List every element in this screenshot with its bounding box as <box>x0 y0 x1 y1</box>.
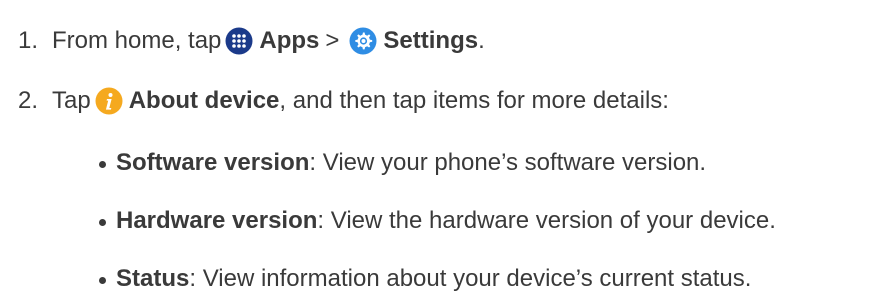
separator: > <box>325 27 340 54</box>
instructions-page: { "steps": [ { "number": "1.", "text_bef… <box>0 0 889 301</box>
settings-label: Settings <box>383 27 479 54</box>
bullet-icon <box>99 276 106 284</box>
about-device-label: About device <box>128 87 280 114</box>
bullet-label: Status <box>116 265 190 292</box>
bullet-text: : View your phone’s software version. <box>309 149 707 176</box>
bullet-text: : View the hardware version of your devi… <box>317 207 776 234</box>
step-2: 2. Tap About device , and then tap items… <box>18 86 669 116</box>
apps-label: Apps <box>259 27 320 54</box>
step-1: 1. From home, tap Apps > Settings . <box>18 26 485 56</box>
step-number: 2. <box>18 87 39 114</box>
info-icon <box>95 87 123 115</box>
bullet-icon <box>99 218 106 226</box>
bullet-label: Software version <box>116 149 310 176</box>
apps-grid-icon <box>225 27 253 55</box>
list-item-software-version: Software version : View your phone’s sof… <box>99 148 706 178</box>
bullet-icon <box>99 160 106 168</box>
bullet-label: Hardware version <box>116 207 318 234</box>
settings-gear-icon <box>349 27 377 55</box>
step-text-after: . <box>478 27 485 54</box>
step-text: Tap <box>52 87 91 114</box>
list-item-hardware-version: Hardware version : View the hardware ver… <box>99 206 776 236</box>
step-text-after: , and then tap items for more details: <box>279 87 669 114</box>
list-item-status: Status : View information about your dev… <box>99 264 751 294</box>
step-text: From home, tap <box>52 27 222 54</box>
bullet-text: : View information about your device’s c… <box>189 265 752 292</box>
step-number: 1. <box>18 27 39 54</box>
